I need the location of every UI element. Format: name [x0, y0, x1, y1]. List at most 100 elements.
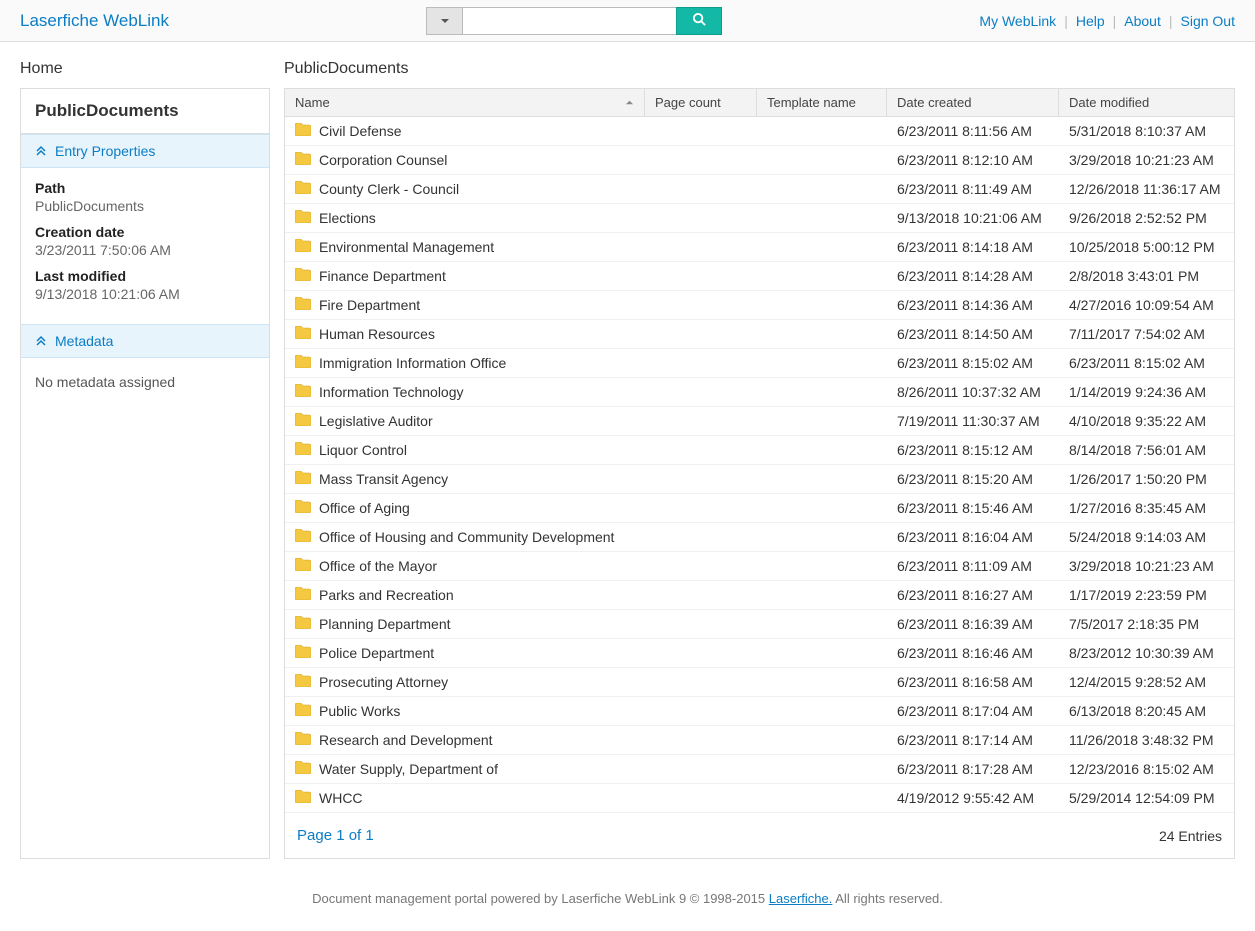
- sidebar-title: PublicDocuments: [21, 89, 269, 134]
- folder-icon: [295, 703, 311, 719]
- table-row[interactable]: Fire Department6/23/2011 8:14:36 AM4/27/…: [285, 291, 1234, 320]
- table-row[interactable]: County Clerk - Council6/23/2011 8:11:49 …: [285, 175, 1234, 204]
- cell-date-modified: 11/26/2018 3:48:32 PM: [1059, 732, 1234, 748]
- folder-icon: [295, 500, 311, 516]
- folder-name: Mass Transit Agency: [319, 471, 448, 487]
- cell-date-modified: 3/29/2018 10:21:23 AM: [1059, 152, 1234, 168]
- table-row[interactable]: Water Supply, Department of6/23/2011 8:1…: [285, 755, 1234, 784]
- table-row[interactable]: Immigration Information Office6/23/2011 …: [285, 349, 1234, 378]
- table-row[interactable]: Police Department6/23/2011 8:16:46 AM8/2…: [285, 639, 1234, 668]
- search-input[interactable]: [462, 7, 676, 35]
- cell-date-modified: 1/14/2019 9:24:36 AM: [1059, 384, 1234, 400]
- cell-date-modified: 9/26/2018 2:52:52 PM: [1059, 210, 1234, 226]
- folder-icon: [295, 529, 311, 545]
- cell-date-created: 6/23/2011 8:14:28 AM: [887, 268, 1059, 284]
- folder-icon: [295, 152, 311, 168]
- table-row[interactable]: Office of Housing and Community Developm…: [285, 523, 1234, 552]
- folder-icon: [295, 326, 311, 342]
- table-row[interactable]: Finance Department6/23/2011 8:14:28 AM2/…: [285, 262, 1234, 291]
- folder-name: Parks and Recreation: [319, 587, 454, 603]
- about-link[interactable]: About: [1124, 13, 1161, 29]
- folder-icon: [295, 181, 311, 197]
- page-info: Page 1 of 1: [297, 827, 374, 844]
- entry-properties-header[interactable]: Entry Properties: [21, 134, 269, 168]
- folder-name: County Clerk - Council: [319, 181, 459, 197]
- search-type-dropdown[interactable]: [426, 7, 462, 35]
- folder-icon: [295, 645, 311, 661]
- folder-name: Office of Aging: [319, 500, 410, 516]
- table-row[interactable]: Mass Transit Agency6/23/2011 8:15:20 AM1…: [285, 465, 1234, 494]
- my-weblink-link[interactable]: My WebLink: [979, 13, 1056, 29]
- breadcrumb-current: PublicDocuments: [284, 60, 409, 78]
- folder-name: Information Technology: [319, 384, 464, 400]
- last-modified-label: Last modified: [35, 268, 255, 284]
- column-date-modified[interactable]: Date modified: [1059, 89, 1234, 116]
- table-row[interactable]: Parks and Recreation6/23/2011 8:16:27 AM…: [285, 581, 1234, 610]
- table-row[interactable]: Corporation Counsel6/23/2011 8:12:10 AM3…: [285, 146, 1234, 175]
- search-button[interactable]: [676, 7, 722, 35]
- table-row[interactable]: Legislative Auditor7/19/2011 11:30:37 AM…: [285, 407, 1234, 436]
- table-row[interactable]: Office of Aging 6/23/2011 8:15:46 AM1/27/…: [285, 494, 1234, 523]
- signout-link[interactable]: Sign Out: [1181, 13, 1235, 29]
- cell-date-modified: 7/5/2017 2:18:35 PM: [1059, 616, 1234, 632]
- folder-icon: [295, 442, 311, 458]
- folder-name: Office of Housing and Community Developm…: [319, 529, 614, 545]
- cell-date-created: 6/23/2011 8:14:18 AM: [887, 239, 1059, 255]
- cell-date-created: 6/23/2011 8:16:39 AM: [887, 616, 1059, 632]
- metadata-header[interactable]: Metadata: [21, 324, 269, 358]
- column-template-name[interactable]: Template name: [757, 89, 887, 116]
- footer-link[interactable]: Laserfiche.: [769, 891, 833, 906]
- column-page-count[interactable]: Page count: [645, 89, 757, 116]
- table-row[interactable]: Civil Defense6/23/2011 8:11:56 AM5/31/20…: [285, 117, 1234, 146]
- cell-date-modified: 5/24/2018 9:14:03 AM: [1059, 529, 1234, 545]
- table-row[interactable]: Office of the Mayor6/23/2011 8:11:09 AM3…: [285, 552, 1234, 581]
- path-label: Path: [35, 180, 255, 196]
- table-footer: Page 1 of 1 24 Entries: [285, 813, 1234, 858]
- folder-name: Liquor Control: [319, 442, 407, 458]
- sort-asc-icon: [625, 95, 634, 110]
- cell-date-created: 4/19/2012 9:55:42 AM: [887, 790, 1059, 806]
- table-row[interactable]: WHCC4/19/2012 9:55:42 AM5/29/2014 12:54:…: [285, 784, 1234, 813]
- cell-date-modified: 12/23/2016 8:15:02 AM: [1059, 761, 1234, 777]
- chevron-down-icon: [440, 13, 450, 29]
- table-body: Civil Defense6/23/2011 8:11:56 AM5/31/20…: [285, 117, 1234, 813]
- footer-text-before: Document management portal powered by La…: [312, 891, 769, 906]
- cell-date-modified: 1/27/2016 8:35:45 AM: [1059, 500, 1234, 516]
- logo[interactable]: Laserfiche WebLink: [20, 11, 169, 31]
- folder-icon: [295, 413, 311, 429]
- table-row[interactable]: Information Technology8/26/2011 10:37:32…: [285, 378, 1234, 407]
- table-row[interactable]: Research and Development6/23/2011 8:17:1…: [285, 726, 1234, 755]
- cell-date-modified: 4/27/2016 10:09:54 AM: [1059, 297, 1234, 313]
- folder-name: Legislative Auditor: [319, 413, 433, 429]
- cell-date-created: 6/23/2011 8:15:02 AM: [887, 355, 1059, 371]
- cell-date-created: 6/23/2011 8:15:12 AM: [887, 442, 1059, 458]
- help-link[interactable]: Help: [1076, 13, 1105, 29]
- cell-date-created: 6/23/2011 8:11:56 AM: [887, 123, 1059, 139]
- table-row[interactable]: Environmental Management6/23/2011 8:14:1…: [285, 233, 1234, 262]
- folder-icon: [295, 268, 311, 284]
- cell-date-created: 6/23/2011 8:15:46 AM: [887, 500, 1059, 516]
- breadcrumb-home[interactable]: Home: [20, 60, 284, 78]
- cell-date-created: 6/23/2011 8:12:10 AM: [887, 152, 1059, 168]
- table-row[interactable]: Planning Department6/23/2011 8:16:39 AM7…: [285, 610, 1234, 639]
- cell-date-modified: 3/29/2018 10:21:23 AM: [1059, 558, 1234, 574]
- cell-date-modified: 5/31/2018 8:10:37 AM: [1059, 123, 1234, 139]
- column-name[interactable]: Name: [285, 89, 645, 116]
- folder-name: Fire Department: [319, 297, 420, 313]
- folder-icon: [295, 297, 311, 313]
- top-header: Laserfiche WebLink My WebLink | Help | A…: [0, 0, 1255, 42]
- table-row[interactable]: Human Resources6/23/2011 8:14:50 AM7/11/…: [285, 320, 1234, 349]
- table-row[interactable]: Liquor Control6/23/2011 8:15:12 AM8/14/2…: [285, 436, 1234, 465]
- folder-name: Office of the Mayor: [319, 558, 437, 574]
- table-row[interactable]: Elections9/13/2018 10:21:06 AM9/26/2018 …: [285, 204, 1234, 233]
- cell-date-created: 6/23/2011 8:15:20 AM: [887, 471, 1059, 487]
- folder-name: Public Works: [319, 703, 400, 719]
- metadata-label: Metadata: [55, 333, 113, 349]
- table-row[interactable]: Public Works6/23/2011 8:17:04 AM6/13/201…: [285, 697, 1234, 726]
- cell-date-modified: 7/11/2017 7:54:02 AM: [1059, 326, 1234, 342]
- column-date-created[interactable]: Date created: [887, 89, 1059, 116]
- folder-icon: [295, 355, 311, 371]
- table-row[interactable]: Prosecuting Attorney6/23/2011 8:16:58 AM…: [285, 668, 1234, 697]
- cell-date-created: 9/13/2018 10:21:06 AM: [887, 210, 1059, 226]
- cell-date-modified: 4/10/2018 9:35:22 AM: [1059, 413, 1234, 429]
